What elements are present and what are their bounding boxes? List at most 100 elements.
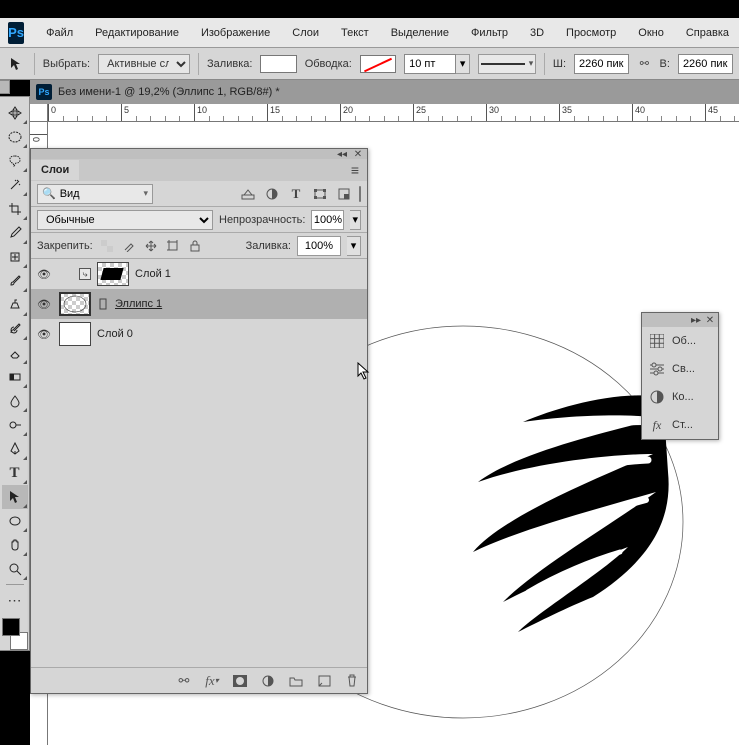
dodge-tool[interactable] bbox=[2, 413, 28, 437]
new-group-icon[interactable] bbox=[287, 672, 305, 690]
path-selection-tool[interactable] bbox=[2, 485, 28, 509]
link-layers-icon[interactable]: ⚯ bbox=[175, 672, 193, 690]
edit-toolbar-icon[interactable]: ⋯ bbox=[2, 588, 28, 612]
document-tab[interactable]: Ps Без имени-1 @ 19,2% (Эллипс 1, RGB/8#… bbox=[30, 80, 739, 104]
pen-tool[interactable] bbox=[2, 437, 28, 461]
layer-filter-dropdown[interactable]: 🔍 Вид ▾ bbox=[37, 184, 153, 204]
collapse-icon[interactable]: ◂◂ bbox=[337, 149, 347, 159]
history-brush-tool[interactable] bbox=[2, 317, 28, 341]
filter-adjustment-icon[interactable] bbox=[263, 185, 281, 203]
lock-position-icon[interactable] bbox=[143, 238, 159, 254]
gradient-tool[interactable] bbox=[2, 365, 28, 389]
menu-help[interactable]: Справка bbox=[676, 24, 739, 42]
vector-mask-link-icon[interactable] bbox=[97, 295, 109, 313]
layer-row[interactable]: 👁 ⤷ Слой 1 bbox=[31, 259, 367, 289]
mini-panel-header[interactable]: ▸▸ ✕ bbox=[642, 313, 718, 327]
styles-panel-button[interactable]: fx Ст... bbox=[642, 411, 718, 439]
healing-brush-tool[interactable] bbox=[2, 245, 28, 269]
fill-swatch[interactable] bbox=[260, 55, 296, 73]
ellipse-tool[interactable] bbox=[2, 509, 28, 533]
type-tool[interactable]: T bbox=[2, 461, 28, 485]
menu-select[interactable]: Выделение bbox=[381, 24, 459, 42]
app-logo: Ps bbox=[8, 22, 24, 44]
fill-opacity-field[interactable]: 100% bbox=[297, 236, 341, 256]
swatches-panel-button[interactable]: Об... bbox=[642, 327, 718, 355]
stroke-width-field[interactable]: 10 пт ▾ bbox=[404, 54, 470, 74]
link-icon[interactable]: ⚯ bbox=[637, 56, 651, 72]
menu-image[interactable]: Изображение bbox=[191, 24, 280, 42]
color-swatches[interactable] bbox=[2, 618, 28, 650]
panel-header-bar[interactable]: ◂◂ ✕ bbox=[31, 149, 367, 159]
menu-edit[interactable]: Редактирование bbox=[85, 24, 189, 42]
layer-row[interactable]: 👁 Слой 0 bbox=[31, 319, 367, 349]
visibility-icon[interactable]: 👁 bbox=[35, 325, 53, 343]
horizontal-ruler[interactable]: 051015202530354045 bbox=[48, 104, 739, 122]
width-field[interactable]: 2260 пик bbox=[574, 54, 629, 74]
layer-name[interactable]: Слой 0 bbox=[97, 328, 133, 340]
hand-tool[interactable] bbox=[2, 533, 28, 557]
opacity-field[interactable]: 100% bbox=[311, 210, 344, 230]
lock-row: Закрепить: Заливка: 100% ▾ bbox=[31, 233, 367, 259]
filter-pixel-icon[interactable] bbox=[239, 185, 257, 203]
clone-stamp-tool[interactable] bbox=[2, 293, 28, 317]
layer-name[interactable]: Эллипс 1 bbox=[115, 298, 162, 310]
eyedropper-tool[interactable] bbox=[2, 221, 28, 245]
layer-name[interactable]: Слой 1 bbox=[135, 268, 171, 280]
ruler-origin[interactable] bbox=[30, 104, 48, 122]
stroke-style-dropdown[interactable]: ▾ bbox=[478, 54, 536, 74]
panel-menu-icon[interactable]: ≡ bbox=[347, 162, 363, 178]
layer-row[interactable]: 👁 Эллипс 1 bbox=[31, 289, 367, 319]
menu-type[interactable]: Текст bbox=[331, 24, 379, 42]
eraser-tool[interactable] bbox=[2, 341, 28, 365]
filter-shape-icon[interactable] bbox=[311, 185, 329, 203]
lock-artboard-icon[interactable] bbox=[165, 238, 181, 254]
lock-transparency-icon[interactable] bbox=[99, 238, 115, 254]
path-selection-tool-icon[interactable] bbox=[6, 53, 26, 75]
blur-tool[interactable] bbox=[2, 389, 28, 413]
chevron-down-icon[interactable]: ▾ bbox=[456, 54, 470, 74]
close-icon[interactable]: ✕ bbox=[353, 149, 363, 159]
height-field[interactable]: 2260 пик bbox=[678, 54, 733, 74]
menu-window[interactable]: Окно bbox=[628, 24, 674, 42]
lock-all-icon[interactable] bbox=[187, 238, 203, 254]
collapsed-dock-handle[interactable] bbox=[0, 80, 10, 94]
stroke-swatch[interactable] bbox=[360, 55, 396, 73]
close-icon[interactable]: ✕ bbox=[705, 315, 715, 325]
crop-tool[interactable] bbox=[2, 197, 28, 221]
chevron-down-icon[interactable]: ▾ bbox=[350, 210, 361, 230]
layer-thumbnail[interactable] bbox=[59, 292, 91, 316]
zoom-tool[interactable] bbox=[2, 557, 28, 581]
adjustments-panel-button[interactable]: Ко... bbox=[642, 383, 718, 411]
select-dropdown[interactable]: Активные слои bbox=[98, 54, 190, 74]
magic-wand-tool[interactable] bbox=[2, 173, 28, 197]
filter-type-icon[interactable]: T bbox=[287, 185, 305, 203]
collapsed-panels-dock: ▸▸ ✕ Об... Св... Ко... fx Ст... bbox=[641, 312, 719, 440]
menu-layer[interactable]: Слои bbox=[282, 24, 329, 42]
menu-3d[interactable]: 3D bbox=[520, 24, 554, 42]
marquee-tool[interactable] bbox=[2, 125, 28, 149]
move-tool[interactable] bbox=[2, 101, 28, 125]
layer-thumbnail[interactable] bbox=[97, 262, 129, 286]
visibility-icon[interactable]: 👁 bbox=[35, 265, 53, 283]
lock-pixels-icon[interactable] bbox=[121, 238, 137, 254]
visibility-icon[interactable]: 👁 bbox=[35, 295, 53, 313]
filter-smart-icon[interactable] bbox=[335, 185, 353, 203]
menu-file[interactable]: Файл bbox=[36, 24, 83, 42]
foreground-color[interactable] bbox=[2, 618, 20, 636]
new-adjustment-icon[interactable] bbox=[259, 672, 277, 690]
brush-tool[interactable] bbox=[2, 269, 28, 293]
new-layer-icon[interactable] bbox=[315, 672, 333, 690]
filter-toggle[interactable] bbox=[359, 186, 361, 202]
menu-filter[interactable]: Фильтр bbox=[461, 24, 518, 42]
blend-mode-dropdown[interactable]: Обычные bbox=[37, 210, 213, 230]
layer-thumbnail[interactable] bbox=[59, 322, 91, 346]
layers-tab[interactable]: Слои bbox=[31, 160, 79, 180]
properties-panel-button[interactable]: Св... bbox=[642, 355, 718, 383]
expand-icon[interactable]: ▸▸ bbox=[691, 315, 701, 325]
menu-view[interactable]: Просмотр bbox=[556, 24, 626, 42]
delete-layer-icon[interactable] bbox=[343, 672, 361, 690]
chevron-down-icon[interactable]: ▾ bbox=[347, 236, 361, 256]
add-mask-icon[interactable] bbox=[231, 672, 249, 690]
lasso-tool[interactable] bbox=[2, 149, 28, 173]
layer-effects-icon[interactable]: fx▾ bbox=[203, 672, 221, 690]
